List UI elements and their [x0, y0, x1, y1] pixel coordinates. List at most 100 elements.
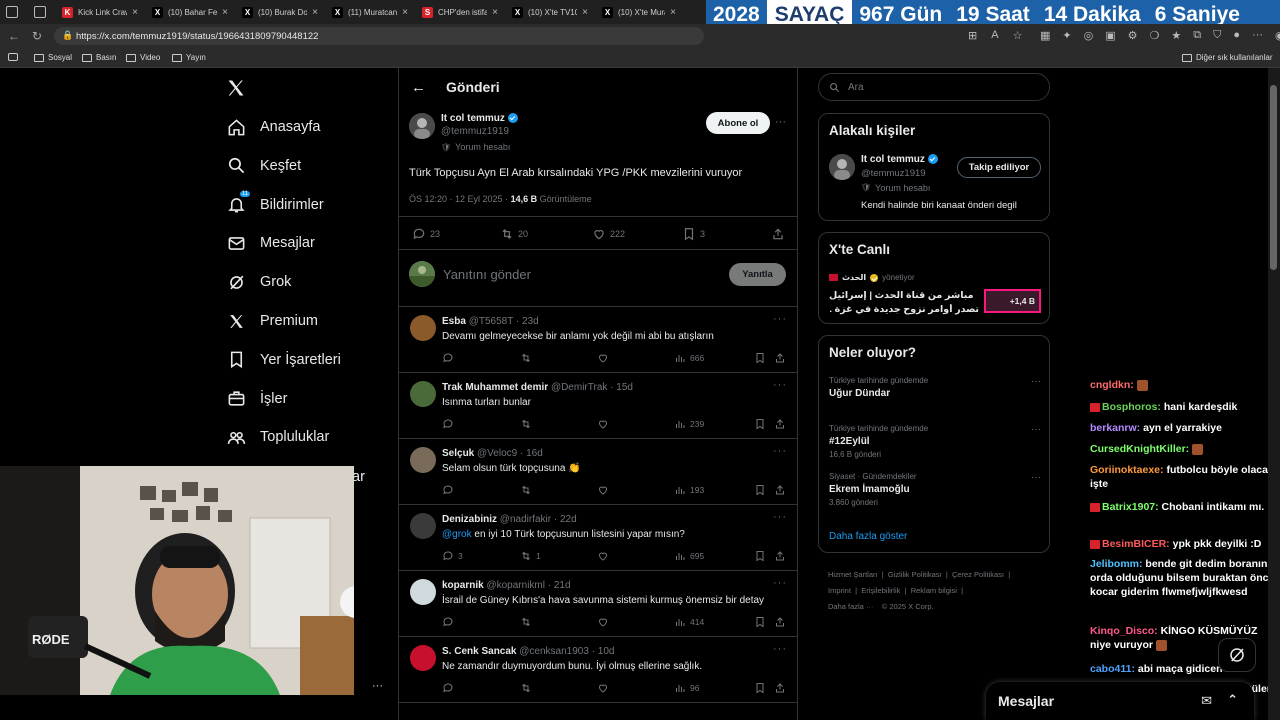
bookmark-folder-video[interactable]: Video — [126, 53, 160, 62]
footer-link[interactable]: Çerez Politikası — [952, 570, 1004, 579]
nav-item-search[interactable]: Keşfet — [226, 153, 301, 179]
live-title-line1[interactable]: مباشر من قناة الحدث | إسرائيل — [829, 290, 979, 301]
following-button[interactable]: Takip ediliyor — [957, 157, 1041, 178]
bookmark-folder-yayin[interactable]: Yayın — [172, 53, 206, 62]
close-icon[interactable]: × — [132, 7, 138, 18]
bookmark-folder-other[interactable]: Diğer sık kullanılanlar — [1182, 53, 1272, 62]
views-button[interactable]: 96 — [674, 682, 699, 694]
reply-button[interactable] — [442, 682, 458, 694]
more-menu-icon[interactable]: ··· — [1252, 29, 1263, 42]
show-more-link[interactable]: Daha fazla göster — [829, 531, 907, 542]
bookmark-button[interactable]: 3 — [682, 227, 705, 241]
reply-time[interactable]: · 15d — [610, 382, 633, 393]
browser-tab[interactable]: X (10) X'te TV100 × — [506, 2, 594, 22]
grok-floating-button[interactable] — [1218, 638, 1256, 672]
footer-link[interactable]: Hizmet Şartları — [828, 570, 878, 579]
nav-item-communities[interactable]: Topluluklar — [226, 424, 329, 450]
bookmark-folder-basin[interactable]: Basın — [82, 53, 116, 62]
reply-input[interactable]: Yanıtını gönder — [443, 267, 531, 282]
reply-avatar[interactable] — [410, 645, 436, 671]
url-input[interactable]: 🔒 https://x.com/temmuz1919/status/196643… — [54, 27, 704, 45]
browser-tab[interactable]: X (10) Bahar Feyzan × — [146, 2, 234, 22]
more-options-icon[interactable]: ··· — [1031, 472, 1041, 483]
copilot-icon[interactable]: ◉ — [1275, 29, 1280, 42]
reply-button[interactable]: 23 — [412, 227, 440, 241]
reply-time[interactable]: · 16d — [520, 448, 543, 459]
bookmark-button[interactable] — [754, 484, 766, 496]
browser-tab[interactable]: X (10) Burak Doğan × — [236, 2, 324, 22]
reply-author-name[interactable]: koparnik — [442, 580, 484, 591]
more-options-icon[interactable]: ··· — [1031, 424, 1041, 435]
back-arrow-icon[interactable]: ← — [8, 29, 20, 43]
reply-time[interactable]: · 21d — [548, 580, 571, 591]
nav-item-bell[interactable]: 11 Bildirimler — [226, 190, 324, 218]
reply-submit-button[interactable]: Yanıtla — [729, 263, 786, 286]
share-button[interactable] — [774, 682, 786, 694]
close-icon[interactable]: × — [582, 7, 588, 18]
like-button[interactable] — [597, 550, 613, 562]
browser-tab[interactable]: X (10) X'te Murat × — [596, 2, 682, 22]
repost-button[interactable]: 1 — [520, 550, 541, 562]
nav-item-x-premium[interactable]: Premium — [226, 308, 318, 334]
close-icon[interactable]: × — [402, 7, 408, 18]
related-avatar[interactable] — [829, 154, 855, 180]
bookmarks-toggle-icon[interactable] — [8, 53, 18, 61]
close-icon[interactable]: × — [312, 7, 318, 18]
views-button[interactable]: 414 — [674, 616, 704, 628]
reply-time[interactable]: · 22d — [554, 514, 577, 525]
search-input[interactable]: Ara — [818, 73, 1050, 101]
repost-button[interactable]: 20 — [500, 227, 528, 241]
bookmark-button[interactable] — [754, 550, 766, 562]
share-button[interactable] — [771, 227, 785, 241]
reply-author-name[interactable]: Selçuk — [442, 448, 474, 459]
more-options-icon[interactable]: ··· — [775, 116, 786, 128]
favorite-star-icon[interactable]: ☆ — [1013, 29, 1023, 42]
share-button[interactable] — [774, 484, 786, 496]
live-listeners-badge[interactable]: +1,4 B — [984, 289, 1041, 313]
reply-button[interactable] — [442, 352, 458, 364]
views-button[interactable]: 695 — [674, 550, 704, 562]
footer-link[interactable]: Gizlilik Politikası — [888, 570, 942, 579]
reply-avatar[interactable] — [410, 447, 436, 473]
reply-button[interactable] — [442, 616, 458, 628]
footer-more-link[interactable]: Daha fazla ··· — [828, 602, 873, 611]
reply-button[interactable]: 3 — [442, 550, 463, 562]
bookmark-folder-sosyal[interactable]: Sosyal — [34, 53, 72, 62]
nav-item-mail[interactable]: Mesajlar — [226, 230, 315, 256]
views-button[interactable]: 193 — [674, 484, 704, 496]
close-icon[interactable]: × — [492, 7, 498, 18]
reply-button[interactable] — [442, 484, 458, 496]
install-app-icon[interactable]: ⊞ — [968, 29, 977, 42]
footer-link[interactable]: Imprint — [828, 586, 851, 595]
extension-icon[interactable]: ⚙ — [1128, 29, 1138, 42]
nav-item-briefcase[interactable]: İşler — [226, 386, 287, 412]
repost-button[interactable] — [520, 418, 536, 430]
like-button[interactable] — [597, 418, 613, 430]
extension-icon[interactable]: ▦ — [1040, 29, 1050, 42]
reply-author-name[interactable]: Esba — [442, 316, 466, 327]
reply-tweet[interactable]: Selçuk @Veloc9 · 16d Selam olsun türk top… — [399, 439, 797, 505]
repost-button[interactable] — [520, 352, 536, 364]
reply-avatar[interactable] — [410, 381, 436, 407]
more-options-icon[interactable]: ··· — [773, 643, 787, 655]
trend-item[interactable]: Türkiye tarihinde gündemde Uğur Dündar ··· — [829, 376, 1041, 399]
browser-tab[interactable]: K Kick Link Crawler × — [56, 2, 144, 22]
reply-author-handle[interactable]: @nadirfakir — [500, 514, 551, 525]
repost-button[interactable] — [520, 484, 536, 496]
reply-button[interactable] — [442, 418, 458, 430]
back-arrow-icon[interactable]: ← — [411, 79, 426, 96]
reply-avatar[interactable] — [410, 513, 436, 539]
author-avatar[interactable] — [409, 113, 435, 139]
extension-icon[interactable]: ✦ — [1062, 29, 1071, 42]
nav-item-grok[interactable]: Grok — [226, 269, 291, 295]
chevron-up-icon[interactable]: ⌃ — [1227, 692, 1238, 708]
mention-link[interactable]: @grok — [442, 529, 472, 540]
footer-link[interactable]: Reklam bilgisi — [911, 586, 957, 595]
reload-icon[interactable]: ↻ — [32, 29, 42, 43]
like-button[interactable]: 222 — [592, 227, 625, 241]
reply-tweet[interactable]: Denizabiniz @nadirfakir · 22d @grok en iy… — [399, 505, 797, 571]
nav-item-home[interactable]: Anasayfa — [226, 114, 320, 140]
reply-author-name[interactable]: Denizabiniz — [442, 514, 497, 525]
share-button[interactable] — [774, 418, 786, 430]
bookmark-button[interactable] — [754, 352, 766, 364]
